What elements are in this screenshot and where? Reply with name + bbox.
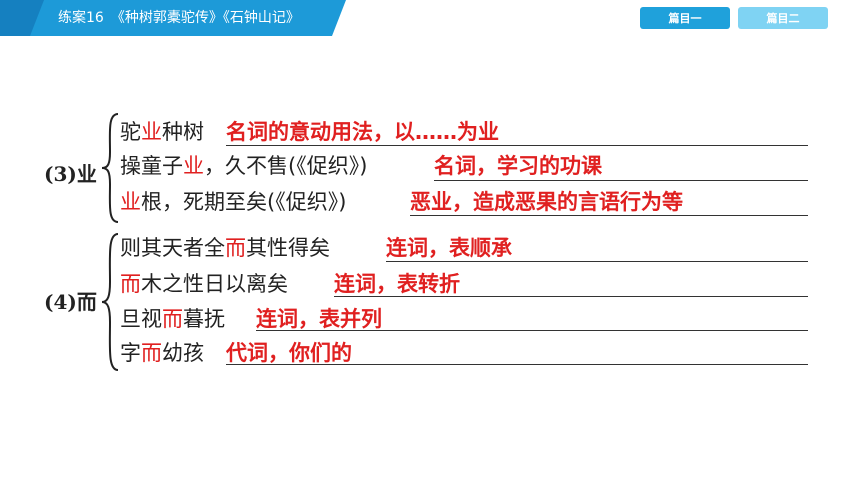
tab-part-two[interactable]: 篇目二 bbox=[738, 7, 828, 29]
answer-underline bbox=[226, 145, 808, 146]
tab-part-one[interactable]: 篇目一 bbox=[640, 7, 730, 29]
list-item: 而木之性日以离矣 bbox=[120, 272, 288, 296]
brace-ye bbox=[101, 113, 119, 223]
answer-text: 名词的意动用法，以……为业 bbox=[226, 120, 499, 144]
answer-underline bbox=[434, 180, 808, 181]
answer-underline bbox=[256, 330, 808, 331]
list-item: 旦视而暮抚 bbox=[120, 307, 225, 331]
answer-underline bbox=[226, 364, 808, 365]
list-item: 驼业种树 bbox=[120, 120, 204, 144]
answer-text: 连词，表顺承 bbox=[386, 236, 512, 260]
list-item: 则其天者全而其性得矣 bbox=[120, 236, 330, 260]
answer-text: 名词，学习的功课 bbox=[434, 154, 602, 178]
answer-underline bbox=[334, 296, 808, 297]
list-item: 字而幼孩 bbox=[120, 341, 204, 365]
brace-er bbox=[101, 233, 119, 371]
list-item: 操童子业，久不售(《促织》) bbox=[120, 154, 368, 178]
top-bar: 练案16 《种树郭橐驼传》《石钟山记》 篇目一 篇目二 bbox=[0, 0, 860, 36]
group-label-er: (4)而 bbox=[44, 290, 97, 314]
answer-text: 连词，表并列 bbox=[256, 307, 382, 331]
answer-underline bbox=[386, 261, 808, 262]
answer-text: 代词，你们的 bbox=[226, 341, 352, 365]
list-item: 业根，死期至矣(《促织》) bbox=[120, 190, 347, 214]
header-title: 练案16 《种树郭橐驼传》《石钟山记》 bbox=[58, 10, 300, 26]
answer-underline bbox=[410, 215, 808, 216]
group-label-ye: (3)业 bbox=[44, 162, 97, 186]
answer-text: 恶业，造成恶果的言语行为等 bbox=[410, 190, 683, 214]
answer-text: 连词，表转折 bbox=[334, 272, 460, 296]
